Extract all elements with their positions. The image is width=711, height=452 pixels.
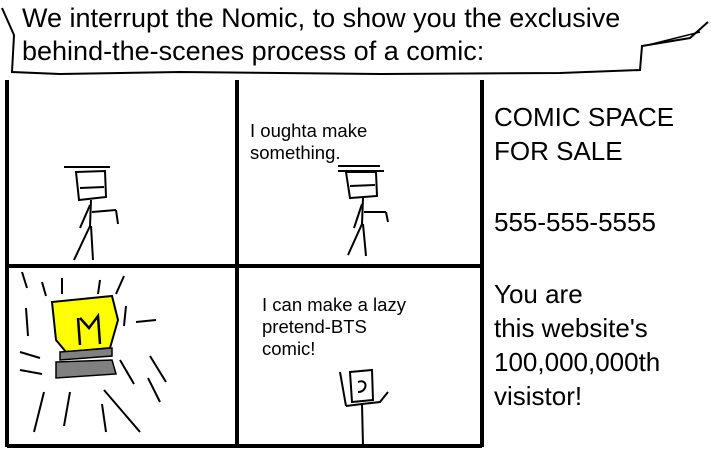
panel-borders xyxy=(5,80,484,448)
panel-2-line-2: something. xyxy=(250,142,341,163)
ad-line-1: COMIC SPACE xyxy=(494,102,675,132)
panel-4-line-2: pretend-BTS xyxy=(262,316,367,337)
banner-line-1: We interrupt the Nomic, to show you the … xyxy=(22,3,621,33)
stick-figure-talking xyxy=(338,165,389,257)
comic-strip: We interrupt the Nomic, to show you the … xyxy=(0,0,711,452)
stick-figure-thinking xyxy=(64,166,119,261)
banner-line-2: behind-the-scenes process of a comic: xyxy=(22,36,485,66)
panel-2-speech: I oughta make something. xyxy=(250,120,367,164)
panel-2-line-1: I oughta make xyxy=(250,120,368,141)
visitor-line-1: You are xyxy=(494,279,583,309)
panel-4-speech: I can make a lazy pretend-BTS comic! xyxy=(262,294,406,360)
lightbulb-idea xyxy=(19,271,167,433)
visitor-line-2: this website's xyxy=(494,313,648,343)
visitor-line-3: 100,000,000th xyxy=(494,347,661,377)
visitor-message: You are this website's 100,000,000th vis… xyxy=(494,277,660,413)
ad-phone-number: 555-555-5555 xyxy=(494,207,656,237)
banner-caption: We interrupt the Nomic, to show you the … xyxy=(22,2,620,68)
visitor-line-4: visistor! xyxy=(494,381,583,411)
panel-4-line-3: comic! xyxy=(262,338,316,359)
stick-figure-excited xyxy=(339,368,389,447)
panel-4-line-1: I can make a lazy xyxy=(262,294,406,315)
ad-space: COMIC SPACE FOR SALE xyxy=(494,100,674,168)
ad-line-2: FOR SALE xyxy=(494,136,623,166)
